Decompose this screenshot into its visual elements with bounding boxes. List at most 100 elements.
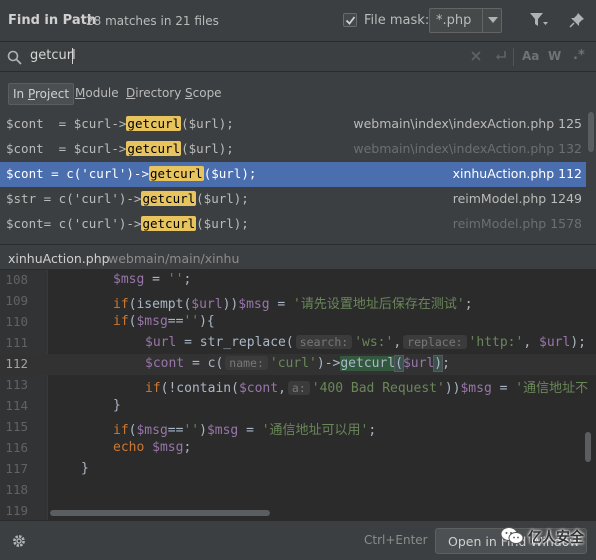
result-row[interactable]: $str = c('curl')->getcurl($url); reimMode… bbox=[0, 187, 586, 212]
line-number: 114 bbox=[5, 398, 28, 413]
result-file-location: reimModel.php 1249 bbox=[453, 191, 582, 206]
code-string: '' bbox=[183, 314, 200, 329]
toolbar-separator bbox=[513, 48, 514, 66]
file-mask-combobox[interactable]: *.php bbox=[429, 8, 502, 33]
scope-tabs: In Project Module Directory Scope bbox=[0, 72, 596, 112]
result-code-before: $cont = $curl-> bbox=[6, 141, 127, 156]
result-code: $cont = $curl->getcurl($url); bbox=[6, 141, 234, 156]
code-line: 117 } bbox=[0, 459, 596, 480]
file-mask-dropdown-button[interactable] bbox=[482, 9, 502, 32]
code-string: '通信地址不 bbox=[515, 381, 589, 396]
open-shortcut-hint: Ctrl+Enter bbox=[364, 533, 428, 547]
result-code-before: $cont = c('curl')-> bbox=[6, 166, 149, 181]
clear-icon[interactable] bbox=[470, 50, 482, 62]
code-string: 'curl' bbox=[269, 356, 317, 371]
code-line: 109 if(isempt($url))$msg = '请先设置地址后保存在测试… bbox=[0, 291, 596, 312]
result-file-name: reimModel.php bbox=[452, 216, 547, 231]
code-preview-editor[interactable]: 108 $msg = ''; 109 if(isempt($url))$msg … bbox=[0, 270, 596, 520]
result-code-before: $cont= c('curl')-> bbox=[6, 216, 142, 231]
file-mask-value: *.php bbox=[436, 13, 472, 28]
result-line-number: 1249 bbox=[550, 191, 582, 206]
chevron-down-icon bbox=[488, 17, 498, 23]
code-line: 108 $msg = ''; bbox=[0, 270, 596, 291]
result-file-name: xinhuAction.php bbox=[452, 166, 555, 181]
results-scrollbar[interactable] bbox=[588, 112, 594, 152]
code-line: 118 bbox=[0, 480, 596, 501]
param-hint: replace: bbox=[403, 335, 467, 349]
line-number: 118 bbox=[5, 482, 28, 497]
param-hint: search: bbox=[295, 335, 353, 349]
dialog-header: Find in Path 28 matches in 21 files File… bbox=[0, 0, 596, 42]
match-summary: 28 matches in 21 files bbox=[86, 14, 219, 28]
result-code-before: $str = c('curl')-> bbox=[6, 191, 142, 206]
editor-horizontal-scrollbar[interactable] bbox=[50, 510, 270, 516]
tab-scope[interactable]: Scope bbox=[185, 86, 222, 100]
tab-module[interactable]: Module bbox=[75, 86, 119, 100]
checkmark-icon bbox=[345, 16, 356, 25]
line-number: 115 bbox=[5, 419, 28, 434]
result-code-after: ($url); bbox=[181, 116, 234, 131]
line-number: 113 bbox=[5, 377, 28, 392]
code-string: '400 Bad Request' bbox=[311, 381, 445, 396]
result-file-name: webmain\index\indexAction.php bbox=[353, 116, 555, 131]
editor-vertical-scrollbar[interactable] bbox=[585, 432, 591, 462]
code-line-current: 112 $cont = c(name:'curl')->getcurl($url… bbox=[0, 354, 596, 375]
line-number: 110 bbox=[5, 314, 28, 329]
newline-icon[interactable] bbox=[495, 50, 507, 62]
results-list: $cont = $curl->getcurl($url); webmain\ind… bbox=[0, 112, 596, 244]
result-match-highlight: getcurl bbox=[141, 216, 197, 231]
result-code: $cont = c('curl')->getcurl($url); bbox=[6, 166, 256, 181]
line-number: 112 bbox=[5, 356, 28, 371]
result-code-after: ($url); bbox=[196, 216, 249, 231]
result-match-highlight: getcurl bbox=[141, 191, 197, 206]
result-file-location: webmain\index\indexAction.php 132 bbox=[353, 141, 582, 156]
result-file-location: webmain\index\indexAction.php 125 bbox=[353, 116, 582, 131]
tab-directory[interactable]: Directory bbox=[126, 86, 181, 100]
filter-icon[interactable] bbox=[530, 13, 548, 27]
code-string: '请先设置地址后保存在测试' bbox=[293, 297, 465, 312]
result-code-after: ($url); bbox=[196, 191, 249, 206]
result-row[interactable]: $cont= c('curl')->getcurl($url); reimMode… bbox=[0, 212, 586, 237]
code-string: 'http:' bbox=[468, 335, 524, 350]
result-code-after: ($url); bbox=[203, 166, 257, 181]
line-number: 109 bbox=[5, 293, 28, 308]
result-line-number: 112 bbox=[558, 166, 582, 181]
text-caret bbox=[72, 48, 73, 64]
code-string: '' bbox=[183, 423, 200, 438]
param-hint: a: bbox=[287, 381, 310, 395]
wechat-logo-icon bbox=[500, 527, 524, 544]
line-number: 119 bbox=[5, 503, 28, 518]
result-match-highlight: getcurl bbox=[126, 141, 182, 156]
result-line-number: 132 bbox=[558, 141, 582, 156]
match-case-button[interactable]: Aa bbox=[522, 49, 539, 63]
result-code-after: ($url); bbox=[181, 141, 234, 156]
preview-file-name: xinhuAction.php bbox=[8, 251, 110, 266]
result-file-name: webmain\index\indexAction.php bbox=[353, 141, 555, 156]
result-match-highlight: getcurl bbox=[126, 116, 182, 131]
result-file-location: xinhuAction.php 112 bbox=[453, 166, 582, 181]
code-line: 115 if($msg=='')$msg = '通信地址可以用'; bbox=[0, 417, 596, 438]
search-bar: getcurl Aa W .* bbox=[0, 42, 596, 72]
result-code: $cont= c('curl')->getcurl($url); bbox=[6, 216, 249, 231]
result-code: $str = c('curl')->getcurl($url); bbox=[6, 191, 249, 206]
regex-button[interactable]: .* bbox=[573, 48, 585, 63]
gear-icon[interactable] bbox=[11, 533, 27, 549]
result-code: $cont = $curl->getcurl($url); bbox=[6, 116, 234, 131]
tab-in-project[interactable]: In Project bbox=[8, 83, 75, 105]
line-number: 111 bbox=[5, 335, 28, 350]
code-line: 110 if($msg==''){ bbox=[0, 312, 596, 333]
search-input[interactable]: getcurl bbox=[30, 48, 76, 63]
result-row[interactable]: $cont = $curl->getcurl($url); webmain\ind… bbox=[0, 137, 586, 162]
code-line: 114 } bbox=[0, 396, 596, 417]
whole-words-button[interactable]: W bbox=[548, 49, 561, 63]
code-string: '通信地址可以用' bbox=[261, 423, 369, 438]
result-match-highlight: getcurl bbox=[149, 166, 204, 181]
result-line-number: 125 bbox=[558, 116, 582, 131]
pin-icon[interactable] bbox=[569, 12, 585, 28]
code-line: 113 if(!contain($cont, a: '400 Bad Request… bbox=[0, 375, 596, 396]
result-row[interactable]: $cont = $curl->getcurl($url); webmain\ind… bbox=[0, 112, 586, 137]
file-mask-checkbox[interactable] bbox=[343, 13, 357, 27]
code-match: getcurl bbox=[340, 356, 396, 371]
code-line: 116 echo $msg; bbox=[0, 438, 596, 459]
result-row[interactable]: $cont = c('curl')->getcurl($url); xinhuAc… bbox=[0, 162, 586, 187]
